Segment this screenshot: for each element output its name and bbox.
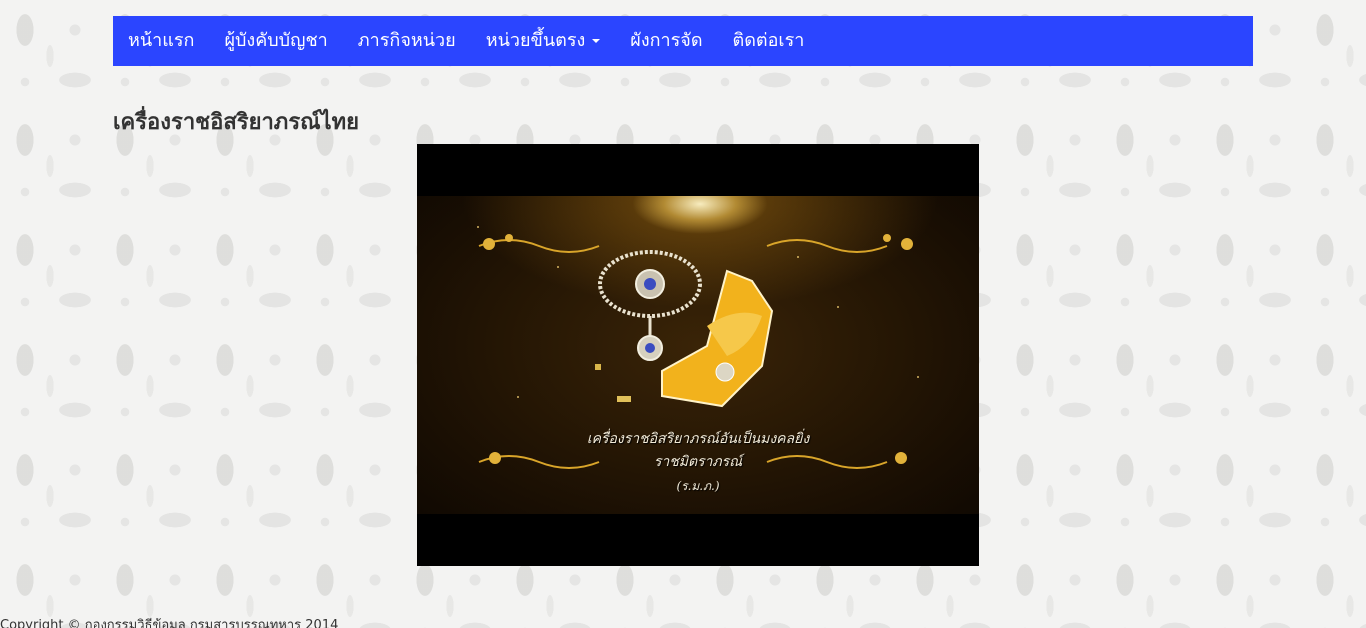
main-navbar: หน้าแรก ผู้บังคับบัญชา ภารกิจหน่วย หน่วย… <box>113 16 1253 66</box>
video-player[interactable]: เครื่องราชอิสริยาภรณ์อันเป็นมงคลยิ่ง ราช… <box>417 144 979 566</box>
nav-item-label: หน่วยขึ้นตรง <box>485 30 586 51</box>
sparkle <box>837 306 839 308</box>
footer-copyright: Copyright © กองกรรมวิธีข้อมูล กรมสารบรรณ… <box>0 618 339 628</box>
nav-item-label: ผังการจัด <box>630 30 703 51</box>
nav-item-subordinate-units-dropdown[interactable]: หน่วยขึ้นตรง <box>471 16 616 66</box>
ornament-top-right <box>766 234 913 253</box>
nav-item-label: หน้าแรก <box>128 30 195 51</box>
page-title: เครื่องราชอิสริยาภรณ์ไทย <box>113 110 359 135</box>
nav-item-commanders[interactable]: ผู้บังคับบัญชา <box>209 16 342 66</box>
sparkle <box>917 376 919 378</box>
video-caption-line2: ราชมิตราภรณ์ <box>653 454 743 470</box>
nav-item-home[interactable]: หน้าแรก <box>113 16 209 66</box>
nav-item-label: ติดต่อเรา <box>732 30 805 51</box>
video-caption-line3: (ร.ม.ภ.) <box>676 479 720 493</box>
nav-item-org-chart[interactable]: ผังการจัด <box>615 16 717 66</box>
nav-item-mission[interactable]: ภารกิจหน่วย <box>343 16 471 66</box>
sparkle <box>557 266 559 268</box>
nav-item-contact[interactable]: ติดต่อเรา <box>718 16 820 66</box>
ornament-top-left <box>478 234 600 253</box>
nav-item-label: ภารกิจหน่วย <box>357 30 456 51</box>
video-frame: เครื่องราชอิสริยาภรณ์อันเป็นมงคลยิ่ง ราช… <box>417 196 979 514</box>
sparkle <box>797 256 799 258</box>
caret-down-icon <box>592 39 601 43</box>
sparkle <box>517 396 519 398</box>
nav-item-label: ผู้บังคับบัญชา <box>224 30 328 51</box>
video-caption-line1: เครื่องราชอิสริยาภรณ์อันเป็นมงคลยิ่ง <box>586 431 810 447</box>
sparkle <box>477 226 479 228</box>
